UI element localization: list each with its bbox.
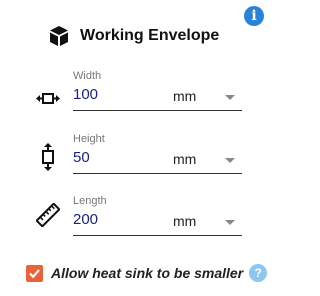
working-envelope-panel: i Working Envelope Width 100 mm Height 5…	[0, 0, 280, 296]
panel-header: Working Envelope	[48, 22, 219, 50]
width-unit-select[interactable]: mm	[173, 88, 196, 104]
height-arrows-icon	[36, 143, 60, 171]
ruler-icon	[35, 202, 61, 228]
info-icon[interactable]: i	[244, 6, 264, 26]
length-input[interactable]: 200	[73, 211, 98, 228]
height-field: Height 50 mm	[0, 133, 280, 183]
height-underline	[73, 173, 242, 174]
chevron-down-icon[interactable]	[225, 158, 235, 163]
checkmark-icon	[29, 268, 40, 278]
help-icon[interactable]: ?	[249, 264, 268, 282]
length-label: Length	[73, 195, 107, 207]
heat-sink-label[interactable]: Allow heat sink to be smaller	[51, 265, 243, 281]
height-unit-select[interactable]: mm	[173, 151, 196, 167]
length-field: Length 200 mm	[0, 195, 280, 245]
width-arrows-icon	[36, 87, 60, 111]
length-underline	[73, 235, 242, 236]
height-input[interactable]: 50	[73, 149, 90, 166]
width-field: Width 100 mm	[0, 70, 280, 120]
width-input[interactable]: 100	[73, 86, 98, 103]
cube-icon	[48, 25, 70, 47]
heat-sink-checkbox[interactable]	[26, 264, 43, 282]
width-label: Width	[73, 70, 102, 82]
length-unit-select[interactable]: mm	[173, 213, 196, 229]
width-underline	[73, 110, 242, 111]
page-title: Working Envelope	[80, 27, 220, 44]
height-label: Height	[73, 133, 105, 145]
chevron-down-icon[interactable]	[225, 95, 235, 100]
heat-sink-option: Allow heat sink to be smaller ?	[26, 263, 268, 283]
chevron-down-icon[interactable]	[225, 220, 235, 225]
